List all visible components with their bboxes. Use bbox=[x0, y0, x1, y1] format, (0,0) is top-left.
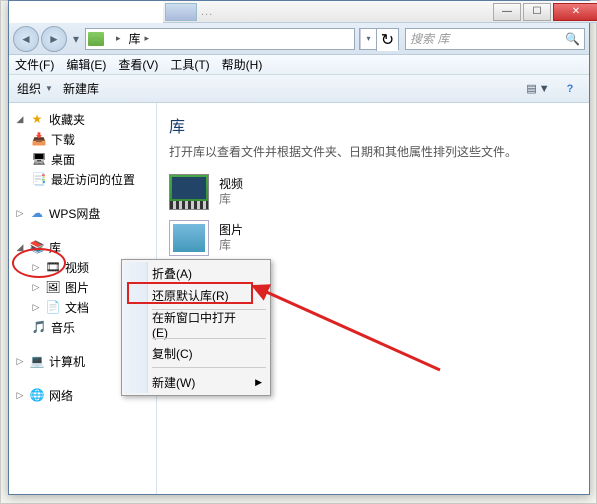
desktop-icon: 🖥 bbox=[31, 152, 47, 166]
separator bbox=[152, 338, 266, 339]
music-icon: 🎵 bbox=[31, 320, 47, 334]
organize-button[interactable]: 组织 ▼ bbox=[17, 80, 53, 97]
item-name: 视频 bbox=[219, 177, 243, 192]
submenu-arrow-icon: ▶ bbox=[255, 377, 262, 388]
video-icon: 🎞 bbox=[45, 260, 61, 274]
tree-label: 图片 bbox=[65, 279, 89, 296]
parent-app-icon bbox=[165, 3, 197, 21]
parent-title-text: ... bbox=[201, 6, 493, 18]
menu-view[interactable]: 查看(V) bbox=[118, 56, 158, 73]
nav-back-button[interactable]: ◄ bbox=[13, 26, 39, 52]
tree-libraries[interactable]: ◢ 📚 库 bbox=[9, 237, 156, 257]
newlib-label: 新建库 bbox=[63, 80, 99, 97]
page-title: 库 bbox=[169, 113, 577, 137]
search-input[interactable]: 搜索 库 🔍 bbox=[405, 28, 585, 50]
address-bar[interactable]: ▸ 库 ▸ bbox=[85, 28, 355, 50]
expand-icon[interactable]: ▷ bbox=[31, 282, 41, 293]
menu-edit[interactable]: 编辑(E) bbox=[66, 56, 106, 73]
chevron-down-icon: ▼ bbox=[539, 83, 550, 95]
library-icon: 📚 bbox=[29, 240, 45, 254]
tree-label: 计算机 bbox=[49, 353, 85, 370]
ctx-new[interactable]: 新建(W) ▶ bbox=[124, 371, 268, 393]
expand-icon[interactable]: ▷ bbox=[31, 302, 41, 313]
expand-icon[interactable]: ▷ bbox=[15, 390, 25, 401]
tree-label: 音乐 bbox=[51, 319, 75, 336]
computer-icon: 💻 bbox=[29, 354, 45, 368]
search-placeholder: 搜索 库 bbox=[410, 30, 449, 47]
chevron-down-icon: ▼ bbox=[45, 84, 53, 93]
organize-label: 组织 bbox=[17, 80, 41, 97]
address-row: ◄ ► ▾ ▸ 库 ▸ ▾ ↻ 搜索 库 🔍 bbox=[9, 23, 589, 55]
video-thumb-icon bbox=[169, 174, 209, 210]
recent-icon: 📑 bbox=[31, 172, 47, 186]
parent-titlebar: ... — ☐ ✕ bbox=[163, 1, 597, 23]
ctx-open-new-window[interactable]: 在新窗口中打开(E) bbox=[124, 313, 268, 335]
ctx-label: 新建(W) bbox=[152, 374, 195, 391]
collapse-icon[interactable]: ◢ bbox=[15, 242, 25, 253]
maximize-button[interactable]: ☐ bbox=[523, 3, 551, 21]
minimize-button[interactable]: — bbox=[493, 3, 521, 21]
command-bar: 组织 ▼ 新建库 ▤▼ ? bbox=[9, 75, 589, 103]
breadcrumb-libraries[interactable]: 库 bbox=[129, 30, 141, 47]
tree-favorites[interactable]: ◢ ★ 收藏夹 bbox=[9, 109, 156, 129]
tree-recent[interactable]: 📑 最近访问的位置 bbox=[9, 169, 156, 189]
context-menu: 折叠(A) 还原默认库(R) 在新窗口中打开(E) 复制(C) 新建(W) ▶ bbox=[121, 259, 271, 396]
item-sub: 库 bbox=[219, 192, 243, 207]
view-icon: ▤ bbox=[526, 82, 536, 95]
view-options-button[interactable]: ▤▼ bbox=[527, 79, 549, 99]
picture-thumb-icon bbox=[169, 220, 209, 256]
menu-tools[interactable]: 工具(T) bbox=[170, 56, 209, 73]
tree-label: 最近访问的位置 bbox=[51, 171, 135, 188]
library-item-pictures[interactable]: 图片库 bbox=[169, 220, 577, 256]
help-button[interactable]: ? bbox=[559, 79, 581, 99]
close-button[interactable]: ✕ bbox=[553, 3, 597, 21]
tree-label: 收藏夹 bbox=[49, 111, 85, 128]
item-sub: 库 bbox=[219, 238, 243, 253]
tree-label: 下载 bbox=[51, 131, 75, 148]
expand-icon[interactable]: ▷ bbox=[15, 208, 25, 219]
collapse-icon[interactable]: ◢ bbox=[15, 114, 25, 125]
menu-file[interactable]: 文件(F) bbox=[15, 56, 54, 73]
tree-desktop[interactable]: 🖥 桌面 bbox=[9, 149, 156, 169]
item-name: 图片 bbox=[219, 223, 243, 238]
search-icon: 🔍 bbox=[565, 32, 580, 46]
tree-label: 网络 bbox=[49, 387, 73, 404]
ctx-collapse[interactable]: 折叠(A) bbox=[124, 262, 268, 284]
cloud-icon: ☁ bbox=[29, 206, 45, 220]
document-icon: 📄 bbox=[45, 300, 61, 314]
menu-bar: 文件(F) 编辑(E) 查看(V) 工具(T) 帮助(H) bbox=[9, 55, 589, 75]
picture-icon: 🖼 bbox=[45, 280, 61, 294]
tree-label: 桌面 bbox=[51, 151, 75, 168]
tree-label: 文档 bbox=[65, 299, 89, 316]
separator bbox=[152, 367, 266, 368]
ctx-restore-default-libraries[interactable]: 还原默认库(R) bbox=[124, 284, 268, 306]
main-area: ◢ ★ 收藏夹 📥 下载 🖥 桌面 📑 最近访问的位置 ▷ ☁ WPS网盘 ◢ 📚 库 ▷ 🎞 视… bbox=[9, 103, 589, 494]
library-item-videos[interactable]: 视频库 bbox=[169, 174, 577, 210]
tree-label: WPS网盘 bbox=[49, 205, 100, 222]
refresh-group: ▾ ↻ bbox=[359, 28, 399, 50]
ctx-copy[interactable]: 复制(C) bbox=[124, 342, 268, 364]
address-dropdown[interactable]: ▾ bbox=[360, 29, 376, 49]
tree-wps[interactable]: ▷ ☁ WPS网盘 bbox=[9, 203, 156, 223]
tree-downloads[interactable]: 📥 下载 bbox=[9, 129, 156, 149]
chevron-icon: ▸ bbox=[116, 33, 121, 44]
refresh-button[interactable]: ↻ bbox=[376, 29, 398, 51]
chevron-icon: ▸ bbox=[145, 33, 150, 44]
nav-history-dropdown[interactable]: ▾ bbox=[69, 29, 83, 49]
new-library-button[interactable]: 新建库 bbox=[63, 80, 99, 97]
tree-label: 视频 bbox=[65, 259, 89, 276]
network-icon: 🌐 bbox=[29, 388, 45, 402]
nav-forward-button[interactable]: ► bbox=[41, 26, 67, 52]
explorer-window: ... — ☐ ✕ ◄ ► ▾ ▸ 库 ▸ ▾ ↻ 搜索 库 🔍 bbox=[8, 0, 590, 495]
menu-help[interactable]: 帮助(H) bbox=[222, 56, 263, 73]
expand-icon[interactable]: ▷ bbox=[31, 262, 41, 273]
library-icon bbox=[88, 32, 104, 46]
download-icon: 📥 bbox=[31, 132, 47, 146]
page-description: 打开库以查看文件并根据文件夹、日期和其他属性排列这些文件。 bbox=[169, 143, 577, 160]
star-icon: ★ bbox=[29, 112, 45, 126]
expand-icon[interactable]: ▷ bbox=[15, 356, 25, 367]
tree-label: 库 bbox=[49, 239, 61, 256]
